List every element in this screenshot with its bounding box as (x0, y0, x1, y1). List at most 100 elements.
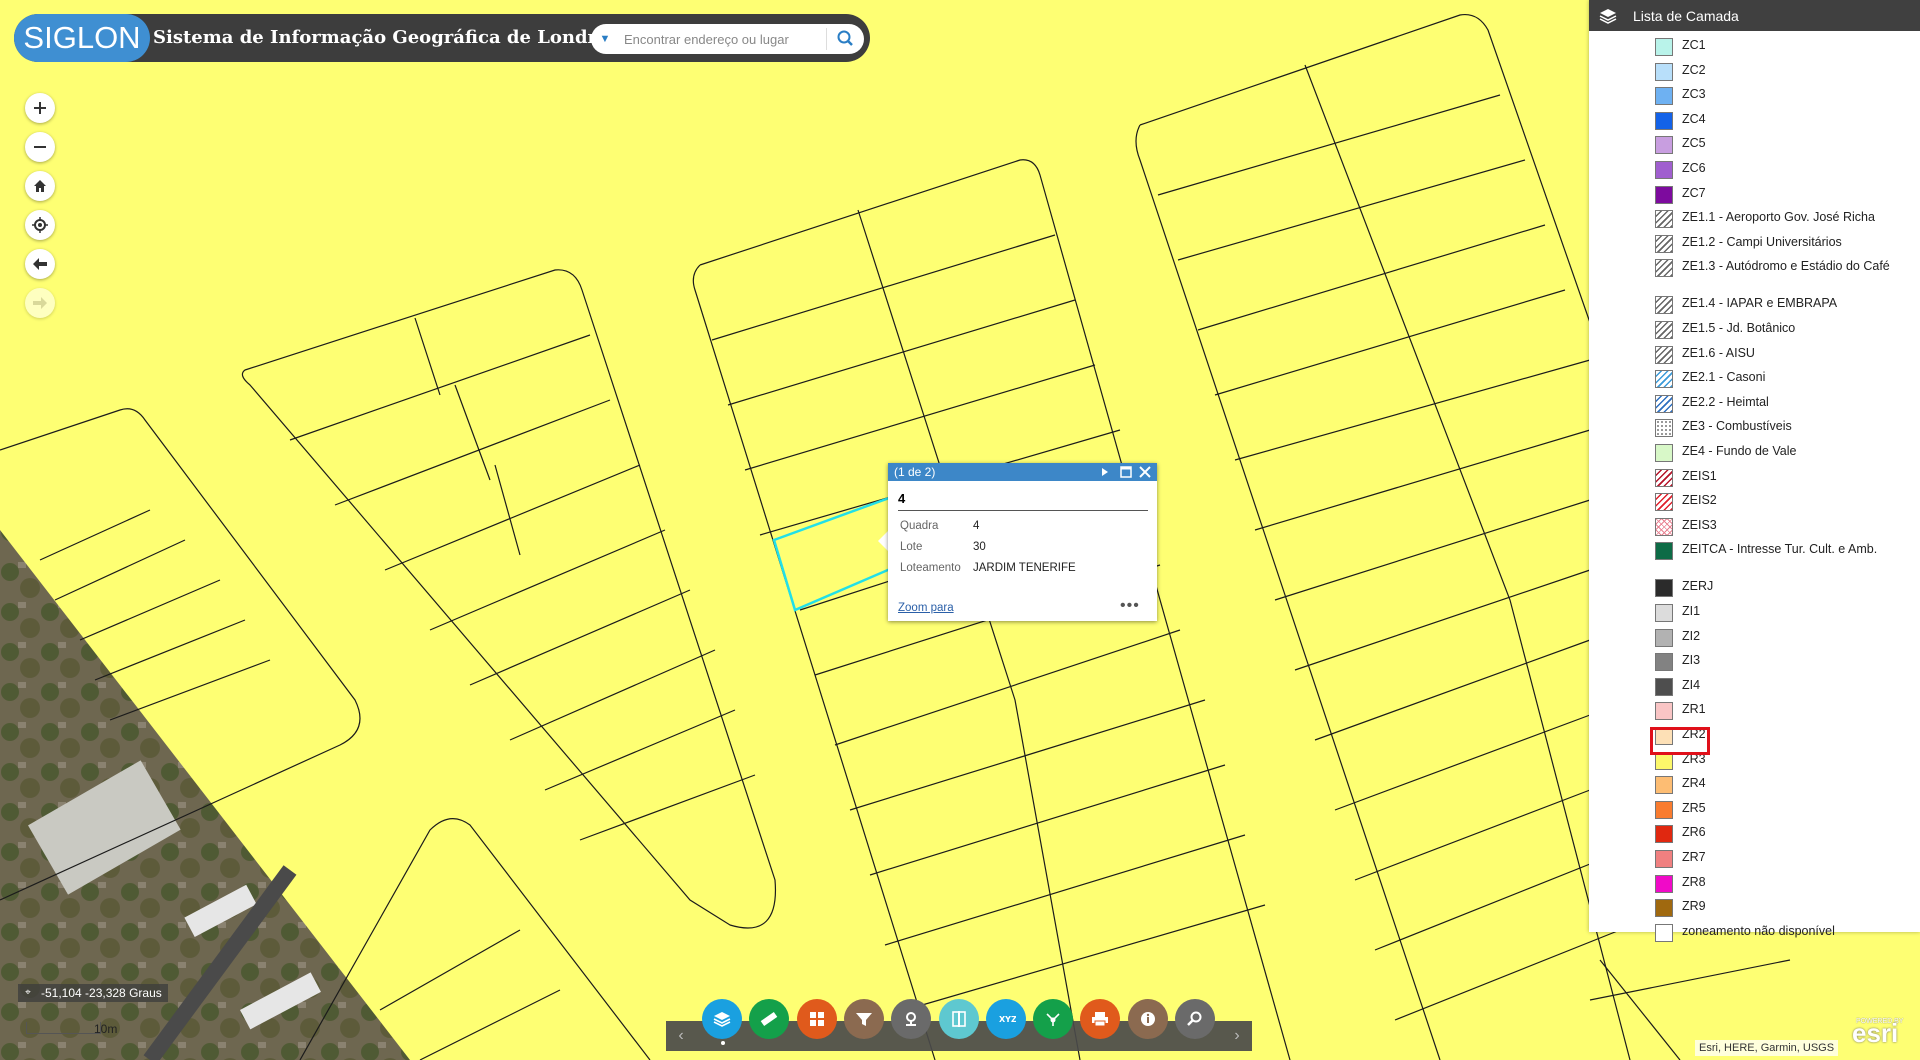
field-value: JARDIM TENERIFE (973, 562, 1076, 574)
layer-item[interactable]: ZR4 (1655, 776, 1904, 795)
search-button[interactable] (830, 26, 860, 52)
layer-item[interactable]: ZE4 - Fundo de Vale (1655, 444, 1904, 462)
layer-item[interactable]: ZR7 (1655, 850, 1904, 868)
popup-next-button[interactable] (1097, 463, 1113, 481)
layer-item[interactable]: ZEIS3 (1655, 517, 1904, 536)
measure-icon (761, 1011, 778, 1027)
layer-item[interactable]: ZEIS1 (1655, 468, 1904, 487)
layer-swatch (1655, 296, 1673, 315)
about-tool-button[interactable] (1127, 999, 1168, 1039)
layer-item[interactable]: ZR5 (1655, 800, 1904, 819)
filter-tool-button[interactable] (843, 999, 884, 1039)
layer-swatch (1655, 542, 1673, 561)
layer-item[interactable]: ZE1.4 - IAPAR e EMBRAPA (1655, 296, 1904, 315)
layer-swatch (1655, 825, 1673, 844)
home-button[interactable] (25, 171, 55, 201)
layer-swatch (1655, 161, 1673, 179)
layer-swatch (1655, 259, 1673, 278)
layer-label: ZEIS3 (1682, 517, 1717, 532)
layer-item[interactable]: ZR6 (1655, 825, 1904, 844)
layer-item[interactable]: ZI4 (1655, 677, 1904, 696)
layer-item[interactable]: ZR9 (1655, 899, 1904, 918)
layer-swatch (1655, 444, 1673, 462)
layer-label: ZE2.2 - Heimtal (1682, 394, 1769, 409)
popup-maximize-button[interactable] (1118, 463, 1134, 481)
query-tool-button[interactable] (1175, 999, 1215, 1039)
layer-swatch (1655, 210, 1673, 229)
esri-logo: esri (1852, 1018, 1899, 1048)
layer-label: ZC6 (1682, 161, 1706, 175)
layer-item[interactable]: ZE1.3 - Autódromo e Estádio do Café (1655, 259, 1904, 278)
layer-item[interactable]: ZC6 (1655, 161, 1904, 179)
layer-item[interactable]: ZE1.5 - Jd. Botânico (1655, 321, 1904, 339)
layer-label: ZI4 (1682, 677, 1701, 692)
layer-item[interactable]: ZC7 (1655, 185, 1904, 204)
layer-swatch (1655, 321, 1673, 339)
layer-item[interactable]: ZE1.1 - Aeroporto Gov. José Richa (1655, 210, 1904, 229)
search-source-dropdown[interactable]: ▼ (595, 28, 615, 50)
field-label: Lote (900, 541, 923, 553)
swipe-icon (951, 1011, 966, 1027)
layer-item[interactable]: ZR8 (1655, 874, 1904, 893)
geolocate-tool-button[interactable] (891, 999, 932, 1039)
layer-item[interactable]: ZC3 (1655, 87, 1904, 106)
layer-swatch (1655, 38, 1673, 56)
geolocate-icon (906, 1012, 917, 1026)
layer-item[interactable]: ZI2 (1655, 628, 1904, 647)
toolbar-next-button[interactable]: › (1222, 1021, 1252, 1051)
locate-button[interactable] (25, 210, 55, 240)
layer-item[interactable]: ZE1.2 - Campi Universitários (1655, 234, 1904, 253)
basemap-gallery-icon (809, 1012, 824, 1026)
layer-label: ZC1 (1682, 38, 1706, 52)
share-tool-button[interactable] (1033, 999, 1074, 1039)
coordinate-readout[interactable]: ⌖ -51,104 -23,328 Graus (18, 984, 168, 1002)
layer-swatch (1655, 493, 1673, 512)
layer-item[interactable]: ZE1.6 - AISU (1655, 345, 1904, 364)
layer-item[interactable]: ZE2.2 - Heimtal (1655, 394, 1904, 413)
layer-swatch (1655, 579, 1673, 598)
layer-item[interactable]: ZC5 (1655, 136, 1904, 155)
layer-item[interactable]: ZE2.1 - Casoni (1655, 370, 1904, 389)
popup-close-button[interactable] (1137, 463, 1153, 481)
highlight-box (1650, 727, 1710, 755)
search-icon (837, 30, 853, 46)
layer-item[interactable]: ZI1 (1655, 604, 1904, 622)
layer-item[interactable]: ZR1 (1655, 702, 1904, 721)
zoom-to-link[interactable]: Zoom para (898, 602, 954, 614)
coordinates-tool-button[interactable]: XYZ (985, 999, 1026, 1039)
layer-label: ZE1.5 - Jd. Botânico (1682, 321, 1796, 335)
layers-tool-button[interactable] (702, 999, 742, 1039)
layer-item[interactable]: ZC4 (1655, 111, 1904, 130)
layer-item[interactable]: zoneamento não disponível (1655, 923, 1904, 942)
layer-item[interactable]: ZEIS2 (1655, 493, 1904, 512)
layer-item[interactable]: ZI3 (1655, 653, 1904, 672)
search-input[interactable] (624, 28, 820, 50)
app-logo[interactable]: SIGLON (14, 14, 150, 62)
layer-label: ZR5 (1682, 800, 1706, 815)
layer-swatch (1655, 776, 1673, 795)
more-actions-button[interactable]: ••• (1120, 597, 1140, 615)
zoom-out-button[interactable] (25, 132, 55, 162)
layer-swatch (1655, 677, 1673, 696)
layer-swatch (1655, 394, 1673, 413)
layer-label: ZR4 (1682, 776, 1706, 791)
layer-swatch (1655, 370, 1673, 389)
swipe-tool-button[interactable] (938, 999, 979, 1039)
layer-item[interactable]: ZC2 (1655, 62, 1904, 81)
layer-swatch (1655, 345, 1673, 364)
layer-item[interactable]: ZC1 (1655, 38, 1904, 56)
popup-title: 4 (898, 491, 906, 506)
basemap-gallery-tool-button[interactable] (796, 999, 837, 1039)
zoom-in-button[interactable] (25, 93, 55, 123)
toolbar-prev-button[interactable]: ‹ (666, 1021, 696, 1051)
maximize-icon (1120, 466, 1132, 478)
layer-swatch (1655, 517, 1673, 536)
layer-item[interactable]: ZEITCA - Intresse Tur. Cult. e Amb. (1655, 542, 1904, 561)
layer-item[interactable]: ZERJ (1655, 579, 1904, 598)
next-extent-button[interactable] (25, 288, 55, 318)
layer-item[interactable]: ZE3 - Combustíveis (1655, 419, 1904, 438)
layer-label: ZI2 (1682, 628, 1701, 643)
layer-swatch (1655, 628, 1673, 647)
previous-extent-button[interactable] (25, 249, 55, 279)
layer-label: ZE1.3 - Autódromo e Estádio do Café (1682, 259, 1890, 274)
